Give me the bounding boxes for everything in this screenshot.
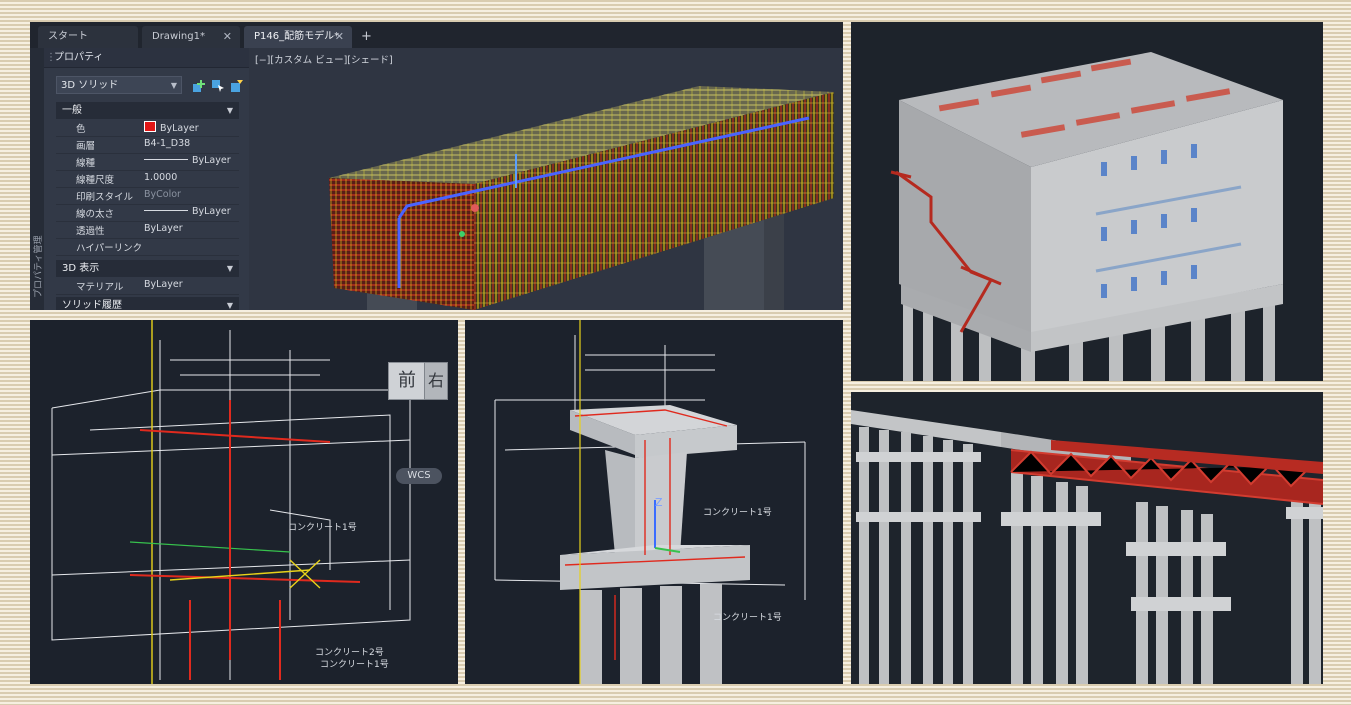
- close-icon[interactable]: ✕: [223, 26, 232, 48]
- prop-value: ByLayer: [144, 279, 183, 290]
- properties-palette: プロパティ 3D ソリッド ▼ 一般▼ 色ByLayer 画層B4-1_D38 …: [44, 48, 249, 310]
- prop-key: 透過性: [76, 226, 105, 237]
- view-cube[interactable]: 前 右: [388, 358, 450, 408]
- tab-label: P146_配筋モデル*: [254, 31, 340, 42]
- prop-key: 線種尺度: [76, 175, 115, 186]
- prop-row-material[interactable]: マテリアル ByLayer: [56, 277, 239, 295]
- close-icon[interactable]: ✕: [335, 26, 344, 48]
- prop-row-hyperlink[interactable]: ハイパーリンク: [56, 238, 239, 256]
- tab-start[interactable]: スタート: [38, 26, 138, 48]
- prop-key: 画層: [76, 141, 96, 152]
- cursor-select-icon: [212, 80, 224, 92]
- tab-label: スタート: [48, 31, 88, 42]
- prop-row-transparency[interactable]: 透過性 ByLayer: [56, 221, 239, 239]
- prop-value: B4-1_D38: [144, 138, 191, 149]
- wireframe-drawing-1: 前 右 WCS コンクリート1号 コンクリート2号 コンクリート1号: [30, 320, 458, 684]
- file-tab-bar: スタート Drawing1* ✕ P146_配筋モデル* ✕ +: [30, 22, 843, 49]
- prop-key: 線の太さ: [76, 209, 115, 220]
- section-3d-visualization[interactable]: 3D 表示 ▼: [56, 260, 239, 277]
- section-solid-history[interactable]: ソリッド履歴 ▼: [56, 297, 239, 310]
- new-tab-button[interactable]: +: [358, 26, 374, 48]
- tab-rebar-model[interactable]: P146_配筋モデル* ✕: [244, 26, 352, 48]
- z-axis-label: Z: [655, 496, 663, 509]
- tab-drawing1[interactable]: Drawing1* ✕: [142, 26, 240, 48]
- line-sample-icon: [144, 210, 188, 211]
- prop-row-layer[interactable]: 画層 B4-1_D38: [56, 136, 239, 154]
- building-model: [890, 52, 1283, 381]
- cad-app-window: スタート Drawing1*✕ P146_配筋モデル*✕ + プロパティ管理 プ…: [30, 22, 843, 310]
- chevron-down-icon: ▼: [170, 81, 177, 90]
- section-title: 一般: [62, 105, 82, 116]
- section-title: 3D 表示: [62, 263, 100, 274]
- properties-title: プロパティ: [44, 48, 249, 68]
- prop-row-lineweight[interactable]: 線の太さ ByLayer: [56, 204, 239, 222]
- viewcube-front-face[interactable]: 前: [388, 362, 426, 400]
- prop-value: ByLayer: [144, 206, 231, 217]
- prop-value: ByLayer: [144, 121, 199, 134]
- building-render: [851, 22, 1323, 381]
- wireframe-drawing-2: Z コンクリート1号 コンクリート1号: [465, 320, 843, 684]
- prop-value: ByLayer: [144, 223, 183, 234]
- wcs-menu-button[interactable]: WCS: [396, 468, 442, 484]
- plus-select-icon: [193, 80, 205, 92]
- sidebar-label: プロパティ管理: [34, 235, 44, 298]
- prop-key: ハイパーリンク: [76, 243, 143, 254]
- prop-value: 1.0000: [144, 172, 178, 183]
- bridge-model: [851, 410, 1323, 684]
- chevron-down-icon: ▼: [226, 106, 233, 115]
- toggle-pickadd-icon[interactable]: [192, 79, 206, 93]
- prop-key: マテリアル: [76, 282, 124, 293]
- annotation-label: コンクリート1号: [713, 613, 782, 623]
- chevron-down-icon: ▼: [226, 301, 233, 310]
- chevron-down-icon: ▼: [226, 264, 233, 273]
- bridge-render: [851, 392, 1323, 684]
- prop-value-text: ByLayer: [192, 206, 231, 217]
- prop-row-linetype-scale[interactable]: 線種尺度 1.0000: [56, 170, 239, 188]
- prop-row-linetype[interactable]: 線種 ByLayer: [56, 153, 239, 171]
- annotation-label: コンクリート1号: [320, 660, 389, 670]
- prop-key: 色: [76, 124, 86, 135]
- prop-value: ByLayer: [144, 155, 231, 166]
- section-title: ソリッド履歴: [62, 300, 122, 310]
- line-sample-icon: [144, 159, 188, 160]
- prop-key: 線種: [76, 158, 96, 169]
- prop-key: 印刷スタイル: [76, 192, 134, 203]
- filter-icon: [231, 80, 243, 92]
- t-pier-model: [494, 320, 806, 684]
- prop-row-plot-style[interactable]: 印刷スタイル ByColor: [56, 187, 239, 205]
- palette-sidebar[interactable]: プロパティ管理: [30, 48, 45, 310]
- select-objects-icon[interactable]: [211, 79, 225, 93]
- prop-value: ByColor: [144, 189, 181, 200]
- color-swatch-icon: [144, 121, 156, 132]
- model-viewport[interactable]: [−][カスタム ビュー][シェード]: [249, 48, 843, 310]
- object-type-value: 3D ソリッド: [61, 80, 119, 91]
- annotation-label: コンクリート1号: [703, 508, 772, 518]
- prop-value-text: ByLayer: [192, 155, 231, 166]
- tab-label: Drawing1*: [152, 31, 205, 42]
- rebar-cage-model: [329, 86, 834, 310]
- prop-row-color[interactable]: 色 ByLayer: [56, 119, 239, 137]
- quick-select-icon[interactable]: [230, 79, 244, 93]
- viewcube-right-face[interactable]: 右: [424, 362, 448, 400]
- prop-value-text: ByLayer: [160, 123, 199, 134]
- object-type-select[interactable]: 3D ソリッド ▼: [56, 76, 182, 94]
- annotation-label: コンクリート1号: [288, 523, 357, 533]
- section-general[interactable]: 一般 ▼: [56, 102, 239, 119]
